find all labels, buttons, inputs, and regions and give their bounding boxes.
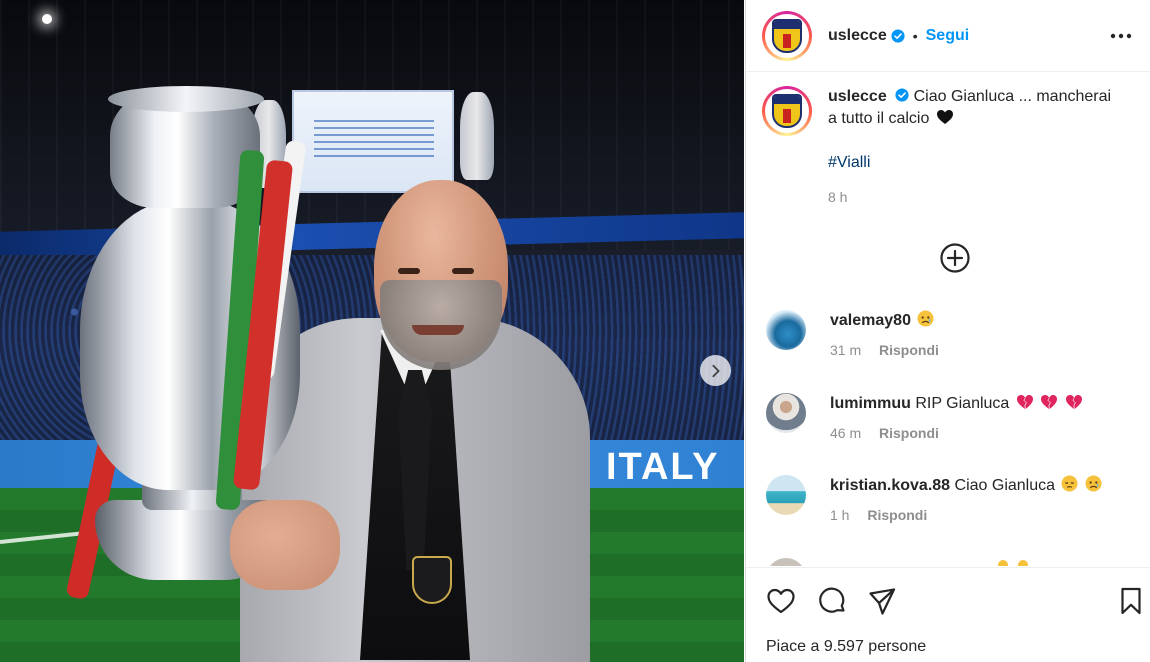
italy-crest-badge [412, 556, 452, 604]
caption-author-avatar[interactable] [762, 86, 812, 136]
black-heart-icon [936, 110, 953, 124]
commenter-avatar[interactable] [766, 475, 806, 515]
reply-button[interactable]: Rispondi [879, 425, 939, 441]
comment-item: lumimmuu RIP Gianluca 46 m Rispondi [766, 393, 1146, 441]
broken-heart-icon [1041, 395, 1058, 409]
comment-item-partial [766, 556, 1146, 566]
post-photo[interactable]: ITALY [0, 0, 744, 662]
follow-button[interactable]: Segui [926, 27, 970, 45]
action-bar: Piace a 9.597 persone [746, 567, 1150, 662]
man-mouth [412, 325, 464, 335]
stadium-screen [292, 90, 454, 193]
caption-timestamp: 8 h [828, 189, 848, 205]
load-more-comments-button[interactable] [939, 242, 971, 274]
comment-text: Ciao Gianluca [954, 477, 1056, 494]
broken-heart-icon [1016, 395, 1033, 409]
commenter-username[interactable]: valemay80 [830, 312, 911, 329]
post-sidebar: uslecce • Segui uslecce Ciao Gianluca ..… [745, 0, 1150, 662]
trophy-rim [108, 86, 264, 112]
commenter-username[interactable]: kristian.kova.88 [830, 477, 950, 494]
comment-text: RIP Gianluca [915, 395, 1010, 412]
uslecce-crest-icon [772, 18, 802, 53]
caption-username[interactable]: uslecce [828, 88, 887, 105]
ad-board-text: ITALY [606, 446, 720, 488]
next-arrow-icon [711, 364, 720, 377]
man-eye [452, 268, 474, 274]
sad-face-icon [917, 310, 934, 327]
comment-timestamp: 31 m [830, 342, 862, 358]
verified-badge-icon [895, 88, 909, 102]
man-eye [398, 268, 420, 274]
bookmark-icon[interactable] [1116, 586, 1146, 616]
uslecce-crest-icon [772, 94, 802, 128]
caption-hashtag[interactable]: #Vialli [828, 152, 1118, 174]
share-icon[interactable] [867, 586, 897, 616]
reply-button[interactable]: Rispondi [867, 507, 927, 523]
more-options-icon [1110, 33, 1132, 39]
sad-face-icon [1085, 475, 1102, 492]
author-avatar[interactable] [762, 10, 812, 61]
reply-button[interactable]: Rispondi [879, 342, 939, 358]
man-hand [230, 500, 340, 590]
commenter-avatar[interactable] [766, 393, 806, 433]
more-options-button[interactable] [1109, 24, 1133, 48]
comment-timestamp: 1 h [830, 507, 850, 523]
comment-timestamp: 46 m [830, 425, 862, 441]
comment-item: kristian.kova.88 Ciao Gianluca 1 h Rispo… [766, 475, 1146, 523]
post-header: uslecce • Segui [746, 0, 1150, 72]
comment-item: valemay80 31 m Rispondi [766, 310, 1146, 358]
author-username[interactable]: uslecce [828, 27, 887, 45]
commenter-username[interactable]: lumimmuu [830, 395, 911, 412]
post-caption: uslecce Ciao Gianluca ... mancherai a tu… [762, 86, 1142, 208]
stadium-light [42, 14, 52, 24]
separator-dot: • [912, 27, 918, 44]
comment-icon[interactable] [817, 586, 847, 616]
screen-trophy-graphic [460, 92, 494, 180]
next-photo-button[interactable] [700, 355, 731, 386]
verified-badge-icon [891, 28, 905, 43]
add-comments-icon [940, 243, 970, 273]
broken-heart-icon [1065, 395, 1082, 409]
likes-count[interactable]: Piace a 9.597 persone [766, 638, 926, 656]
pensive-face-icon [1061, 475, 1079, 492]
heart-icon[interactable] [766, 586, 796, 616]
commenter-avatar[interactable] [766, 310, 806, 350]
